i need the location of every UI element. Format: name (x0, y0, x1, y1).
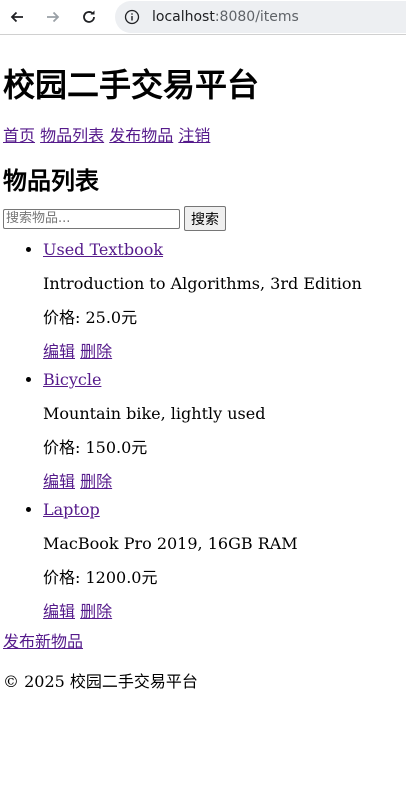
item-title-link[interactable]: Used Textbook (43, 240, 163, 259)
item-description: Introduction to Algorithms, 3rd Edition (43, 274, 362, 293)
add-new-item-link[interactable]: 发布新物品 (3, 632, 83, 651)
back-button[interactable] (7, 7, 27, 27)
item-actions: 编辑 删除 (43, 472, 403, 492)
search-form: 搜索 (3, 206, 403, 231)
item-price: 价格: 25.0元 (43, 308, 138, 327)
nav-logout-link[interactable]: 注销 (178, 126, 210, 145)
main-nav: 首页 物品列表 发布物品 注销 (3, 126, 403, 146)
url-text: localhost:8080/items (152, 9, 299, 25)
page-heading: 物品列表 (3, 167, 99, 195)
search-input[interactable] (3, 208, 180, 229)
search-button[interactable]: 搜索 (184, 206, 226, 231)
reload-button[interactable] (79, 7, 99, 27)
forward-button[interactable] (43, 7, 63, 27)
item-description: MacBook Pro 2019, 16GB RAM (43, 534, 298, 553)
add-new-section: 发布新物品 (3, 632, 403, 652)
address-bar[interactable]: localhost:8080/items (115, 1, 406, 33)
nav-publish-link[interactable]: 发布物品 (109, 126, 173, 145)
reload-icon (83, 10, 95, 23)
page-content: 校园二手交易平台 首页 物品列表 发布物品 注销 物品列表 搜索 Used Te… (0, 65, 406, 692)
edit-link[interactable]: 编辑 (43, 342, 75, 361)
nav-home-link[interactable]: 首页 (3, 126, 35, 145)
item-description: Mountain bike, lightly used (43, 404, 266, 423)
list-item: Bicycle Mountain bike, lightly used 价格: … (43, 370, 403, 492)
delete-link[interactable]: 删除 (80, 602, 112, 621)
site-title: 校园二手交易平台 (3, 66, 260, 104)
item-title-link[interactable]: Laptop (43, 500, 100, 519)
footer: © 2025 校园二手交易平台 (3, 672, 198, 691)
item-price: 价格: 150.0元 (43, 438, 148, 457)
nav-items-link[interactable]: 物品列表 (40, 126, 104, 145)
url-host: localhost (152, 9, 215, 25)
edit-link[interactable]: 编辑 (43, 602, 75, 621)
item-actions: 编辑 删除 (43, 602, 403, 622)
item-title-link[interactable]: Bicycle (43, 370, 101, 389)
delete-link[interactable]: 删除 (80, 342, 112, 361)
browser-toolbar: localhost:8080/items (0, 0, 406, 35)
url-path: :8080/items (214, 9, 299, 25)
back-arrow-icon (10, 11, 23, 23)
edit-link[interactable]: 编辑 (43, 472, 75, 491)
list-item: Used Textbook Introduction to Algorithms… (43, 240, 403, 362)
forward-arrow-icon (47, 11, 60, 23)
item-list: Used Textbook Introduction to Algorithms… (3, 240, 403, 622)
list-item: Laptop MacBook Pro 2019, 16GB RAM 价格: 12… (43, 500, 403, 622)
item-price: 价格: 1200.0元 (43, 568, 158, 587)
item-actions: 编辑 删除 (43, 342, 403, 362)
delete-link[interactable]: 删除 (80, 472, 112, 491)
info-icon[interactable] (124, 9, 140, 25)
